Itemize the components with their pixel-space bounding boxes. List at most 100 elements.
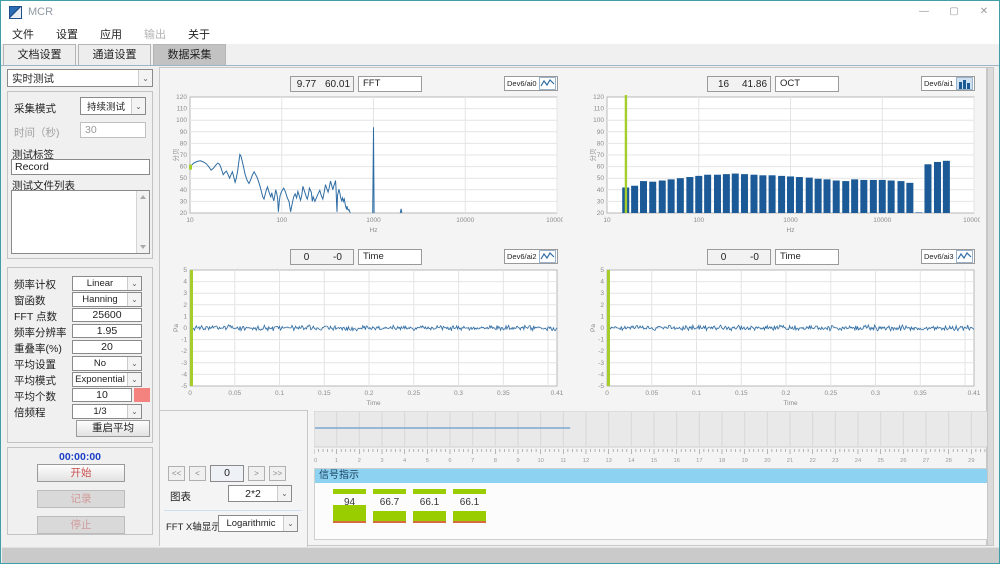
svg-text:11: 11	[560, 458, 566, 464]
svg-text:分贝: 分贝	[171, 149, 180, 162]
scroll-up-icon[interactable]	[140, 195, 146, 199]
setting-combo-6[interactable]: Exponential⌄	[72, 372, 142, 387]
record-button: 记录	[37, 490, 125, 508]
svg-text:-3: -3	[181, 360, 187, 367]
svg-text:10000: 10000	[456, 217, 474, 224]
menu-item-2[interactable]: 应用	[89, 26, 133, 42]
duration-label: 时间（秒)	[14, 125, 60, 140]
tab-0[interactable]: 文档设置	[3, 44, 76, 65]
time2-plot[interactable]: -5-4-3-2-101234500.050.10.150.20.250.30.…	[587, 267, 980, 407]
chevron-down-icon: ⌄	[283, 516, 297, 531]
vertical-scrollbar[interactable]	[987, 67, 994, 546]
svg-text:90: 90	[597, 129, 605, 136]
signal-level-meter-2	[413, 511, 446, 523]
pager-next-button[interactable]: >	[248, 466, 265, 481]
svg-text:0.25: 0.25	[407, 390, 420, 397]
signal-level-meter-1	[373, 511, 406, 523]
svg-text:19: 19	[741, 458, 747, 464]
test-mode-select[interactable]: 实时测试 ⌄	[7, 69, 153, 87]
svg-text:60: 60	[180, 164, 188, 171]
setting-combo-5[interactable]: No⌄	[72, 356, 142, 371]
svg-text:0: 0	[605, 390, 609, 397]
setting-label-2: FFT 点数	[14, 309, 57, 324]
app-window: MCR — ▢ ✕ 文件设置应用输出关于 文档设置通道设置数据采集 实时测试 ⌄…	[0, 0, 1000, 564]
test-file-list[interactable]	[11, 190, 150, 254]
menu-item-1[interactable]: 设置	[45, 26, 89, 42]
menu-item-4[interactable]: 关于	[177, 26, 221, 42]
svg-text:13: 13	[605, 458, 611, 464]
close-icon[interactable]: ✕	[969, 1, 999, 23]
svg-text:0.1: 0.1	[692, 390, 701, 397]
chevron-down-icon: ⌄	[131, 98, 145, 114]
time1-plot[interactable]: -5-4-3-2-101234500.050.10.150.20.250.30.…	[170, 267, 563, 407]
menu-item-3: 输出	[133, 26, 177, 42]
test-tag-input[interactable]: Record	[11, 159, 150, 175]
pager-first-button[interactable]: <<	[168, 466, 185, 481]
svg-text:3: 3	[183, 290, 187, 297]
svg-text:70: 70	[180, 152, 188, 159]
svg-text:0.35: 0.35	[497, 390, 510, 397]
acquisition-groupbox: 采集模式 持续测试 ⌄ 时间（秒) 30 测试标签 Record 测试文件列表	[7, 91, 153, 259]
setting-input-7[interactable]: 10	[72, 388, 132, 402]
fft-type-box: FFT	[358, 76, 422, 92]
svg-text:30: 30	[180, 198, 188, 205]
chart-cell-fft: 9.7760.01FFTDev6/ai020304050607080901001…	[170, 74, 563, 234]
run-groupbox: 00:00:00 开始 记录 停止	[7, 447, 153, 535]
fft-channel-box[interactable]: Dev6/ai0	[504, 76, 558, 91]
fft-cursor-readout: 9.7760.01	[290, 76, 354, 92]
scroll-down-icon[interactable]	[140, 245, 146, 249]
time2-type-box: Time	[775, 249, 839, 265]
svg-text:100: 100	[276, 217, 287, 224]
setting-label-4: 重叠率(%)	[14, 341, 62, 356]
tab-2[interactable]: 数据采集	[153, 44, 226, 65]
svg-text:0.1: 0.1	[275, 390, 284, 397]
setting-combo-1[interactable]: Hanning⌄	[72, 292, 142, 307]
pager-prev-button[interactable]: <	[189, 466, 206, 481]
svg-text:3: 3	[600, 290, 604, 297]
svg-text:2: 2	[183, 302, 187, 309]
control-sidebar: 实时测试 ⌄ 采集模式 持续测试 ⌄ 时间（秒) 30 测试标签 Record …	[5, 67, 157, 547]
tab-1[interactable]: 通道设置	[78, 44, 151, 65]
setting-input-2[interactable]: 25600	[72, 308, 142, 322]
restart-average-button[interactable]: 重启平均	[76, 420, 150, 437]
svg-text:-2: -2	[598, 348, 604, 355]
setting-label-6: 平均模式	[14, 373, 56, 388]
chevron-down-icon: ⌄	[277, 486, 291, 501]
svg-text:0.05: 0.05	[645, 390, 658, 397]
title-bar: MCR — ▢ ✕	[1, 1, 999, 23]
acq-mode-select[interactable]: 持续测试 ⌄	[80, 97, 146, 115]
setting-combo-8[interactable]: 1/3⌄	[72, 404, 142, 419]
chart-layout-select[interactable]: 2*2 ⌄	[228, 485, 292, 502]
setting-input-3[interactable]: 1.95	[72, 324, 142, 338]
svg-text:4: 4	[183, 279, 187, 286]
svg-text:3: 3	[380, 458, 383, 464]
svg-text:Time: Time	[783, 400, 798, 407]
minimize-icon[interactable]: —	[909, 1, 939, 23]
menu-item-0[interactable]: 文件	[1, 26, 45, 42]
time2-channel-box[interactable]: Dev6/ai3	[921, 249, 975, 264]
svg-text:10: 10	[603, 217, 611, 224]
alert-flag	[134, 388, 150, 402]
svg-text:16: 16	[673, 458, 679, 464]
fft-axis-mode-select[interactable]: Logarithmic ⌄	[218, 515, 298, 532]
fft-plot[interactable]: 2030405060708090100110120101001000100001…	[170, 94, 563, 234]
svg-text:110: 110	[594, 106, 605, 113]
svg-text:Time: Time	[366, 400, 381, 407]
setting-input-4[interactable]: 20	[72, 340, 142, 354]
svg-text:24: 24	[855, 458, 862, 464]
oct-plot[interactable]: 2030405060708090100110120101001000100001…	[587, 94, 980, 234]
setting-combo-0[interactable]: Linear⌄	[72, 276, 142, 291]
list-scrollbar[interactable]	[136, 191, 149, 253]
pager-page-input[interactable]: 0	[210, 465, 244, 482]
chart-cell-time2: 0-0TimeDev6/ai3-5-4-3-2-101234500.050.10…	[587, 247, 980, 407]
maximize-icon[interactable]: ▢	[939, 1, 969, 23]
pager-last-button[interactable]: >>	[269, 466, 286, 481]
svg-text:27: 27	[923, 458, 929, 464]
divider	[164, 510, 302, 511]
svg-text:23: 23	[832, 458, 838, 464]
svg-text:17: 17	[696, 458, 702, 464]
time1-channel-box[interactable]: Dev6/ai2	[504, 249, 558, 264]
oct-channel-box[interactable]: Dev6/ai1	[921, 76, 975, 91]
svg-text:22: 22	[809, 458, 815, 464]
start-button[interactable]: 开始	[37, 464, 125, 482]
